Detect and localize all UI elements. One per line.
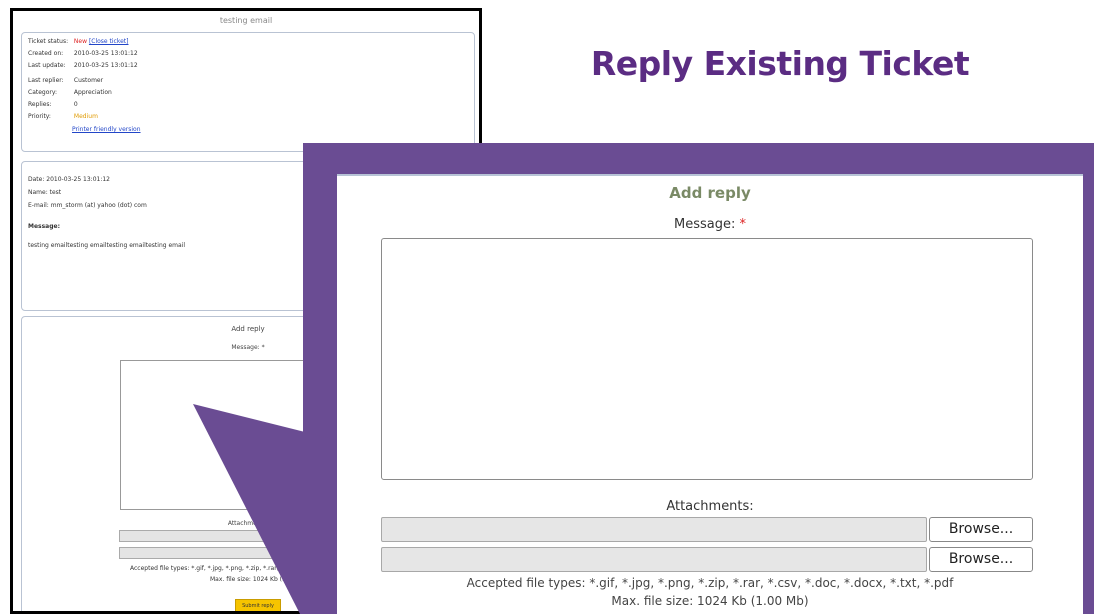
accepted-file-types: Accepted file types: *.gif, *.jpg, *.png…	[466, 576, 954, 590]
attachments-label: Attachments:	[666, 499, 754, 514]
replier-value: Customer	[73, 77, 104, 84]
ticket-subject: testing email	[219, 16, 273, 25]
message-date: Date: 2010-03-25 13:01:12	[28, 176, 110, 183]
replies-value: 0	[73, 101, 78, 108]
attachment-input-1[interactable]	[381, 517, 927, 542]
small-accepted-types: Accepted file types: *.gif, *.jpg, *.png…	[130, 565, 308, 572]
category-value: Appreciation	[73, 89, 112, 96]
max-file-size: Max. file size: 1024 Kb (1.00 Mb)	[611, 594, 809, 608]
slide-title: Reply Existing Ticket	[590, 44, 970, 83]
replies-label: Replies:	[28, 101, 52, 108]
message-email: E-mail: mm_storm (at) yahoo (dot) com	[28, 202, 147, 209]
message-name: Name: test	[28, 189, 62, 196]
updated-label: Last update:	[28, 62, 66, 69]
small-max-size: Max. file size: 1024 Kb (1.00 Mb)	[210, 576, 309, 583]
replier-label: Last replier:	[28, 77, 64, 84]
required-mark: *	[739, 217, 747, 232]
add-reply-title: Add reply	[669, 184, 751, 202]
submit-reply-button[interactable]: Submit reply	[235, 599, 281, 611]
message-textarea[interactable]	[381, 238, 1033, 480]
browse-button-1[interactable]: Browse...	[929, 517, 1033, 542]
browse-button-2[interactable]: Browse...	[929, 547, 1033, 572]
created-value: 2010-03-25 13:01:12	[73, 50, 138, 57]
updated-value: 2010-03-25 13:01:12	[73, 62, 138, 69]
message-body: testing emailtesting emailtesting emailt…	[28, 242, 186, 249]
attachment-input-2[interactable]	[381, 547, 927, 572]
close-ticket-link[interactable]: [Close ticket]	[89, 38, 129, 45]
status-label: Ticket status:	[28, 38, 69, 45]
printer-friendly-link[interactable]: Printer friendly version	[72, 126, 141, 133]
ticket-info-box: Ticket status: New [Close ticket] Create…	[21, 32, 475, 152]
priority-value: Medium	[73, 113, 98, 120]
status-value: New	[73, 38, 88, 45]
message-label: Message: *	[337, 217, 1083, 232]
add-reply-panel: Add reply Message: * Attachments: Browse…	[337, 174, 1083, 614]
category-label: Category:	[28, 89, 57, 96]
message-heading: Message:	[28, 223, 60, 230]
message-label-text: Message:	[674, 217, 736, 232]
created-label: Created on:	[28, 50, 64, 57]
priority-label: Priority:	[28, 113, 51, 120]
